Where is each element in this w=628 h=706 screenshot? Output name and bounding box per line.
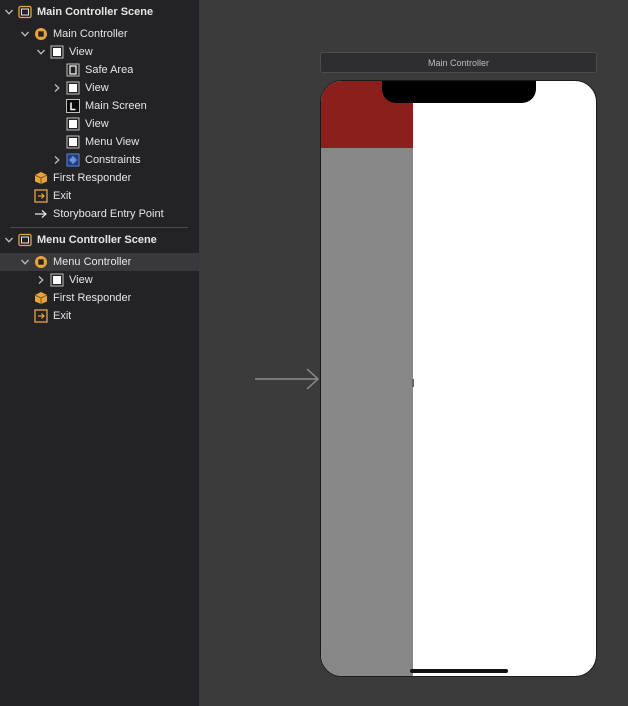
outline-row[interactable]: Menu Controller: [0, 253, 199, 271]
chevron-right-icon[interactable]: [51, 82, 63, 94]
chevron-down-icon[interactable]: [35, 46, 47, 58]
safe-area-icon: [66, 63, 80, 77]
outline-row-label: Menu Controller: [53, 256, 132, 268]
outline-row[interactable]: View: [0, 79, 199, 97]
view-icon: [66, 135, 80, 149]
outline-row[interactable]: Main Screen: [0, 97, 199, 115]
outline-row[interactable]: Safe Area: [0, 61, 199, 79]
entry-arrow-icon: [34, 207, 48, 221]
view-icon: [50, 45, 64, 59]
outline-row-label: View: [69, 46, 93, 58]
label-icon: [66, 99, 80, 113]
outline-row[interactable]: View: [0, 271, 199, 289]
outline-row-label: Main Screen: [85, 100, 147, 112]
scene-icon: [18, 5, 32, 19]
storyboard-entry-arrow-icon[interactable]: [255, 368, 321, 390]
outline-row-label: First Responder: [53, 292, 132, 304]
outline-row-label: Storyboard Entry Point: [53, 208, 164, 220]
first-responder-icon: [34, 171, 48, 185]
chevron-down-icon[interactable]: [19, 28, 31, 40]
device-notch: [382, 81, 536, 103]
chevron-down-icon[interactable]: [3, 6, 15, 18]
outline-row-label: Safe Area: [85, 64, 134, 76]
scene-icon: [18, 233, 32, 247]
exit-icon: [34, 189, 48, 203]
view-icon: [66, 81, 80, 95]
chevron-right-icon[interactable]: [51, 154, 63, 166]
outline-row[interactable]: Exit: [0, 187, 199, 205]
menu-view[interactable]: [321, 81, 413, 676]
view-controller-icon: [34, 27, 48, 41]
scene-divider: [10, 227, 188, 228]
outline-row[interactable]: View: [0, 43, 199, 61]
first-responder-icon: [34, 291, 48, 305]
outline-row-label: Main Controller Scene: [37, 6, 154, 18]
outline-row-label: View: [85, 118, 109, 130]
outline-row-label: Main Controller: [53, 28, 128, 40]
constraints-icon: [66, 153, 80, 167]
scene-title-label: Main Controller: [427, 57, 490, 68]
scene-title-bar[interactable]: Main Controller: [320, 52, 597, 73]
outline-row[interactable]: Exit: [0, 307, 199, 325]
outline-row-label: View: [85, 82, 109, 94]
outline-row[interactable]: Menu Controller Scene: [0, 231, 199, 249]
resize-handle[interactable]: [412, 379, 414, 387]
exit-icon: [34, 309, 48, 323]
outline-row[interactable]: Constraints: [0, 151, 199, 169]
outline-row[interactable]: View: [0, 115, 199, 133]
outline-row-label: Menu Controller Scene: [37, 234, 157, 246]
home-indicator: [410, 669, 508, 673]
outline-row-label: Exit: [53, 190, 72, 202]
outline-row[interactable]: Menu View: [0, 133, 199, 151]
view-icon: [66, 117, 80, 131]
outline-row[interactable]: First Responder: [0, 169, 199, 187]
view-icon: [50, 273, 64, 287]
chevron-down-icon[interactable]: [3, 234, 15, 246]
outline-row-label: Menu View: [85, 136, 140, 148]
outline-row[interactable]: Main Controller Scene: [0, 3, 199, 21]
chevron-down-icon[interactable]: [19, 256, 31, 268]
outline-row[interactable]: Main Controller: [0, 25, 199, 43]
outline-row[interactable]: Storyboard Entry Point: [0, 205, 199, 223]
iphone-device-frame[interactable]: [320, 80, 597, 677]
view-controller-icon: [34, 255, 48, 269]
outline-row-label: First Responder: [53, 172, 132, 184]
document-outline: Main Controller Scene Main Controller View…: [0, 0, 199, 706]
outline-row-label: View: [69, 274, 93, 286]
chevron-right-icon[interactable]: [35, 274, 47, 286]
outline-row[interactable]: First Responder: [0, 289, 199, 307]
outline-row-label: Exit: [53, 310, 72, 322]
outline-row-label: Constraints: [85, 154, 141, 166]
